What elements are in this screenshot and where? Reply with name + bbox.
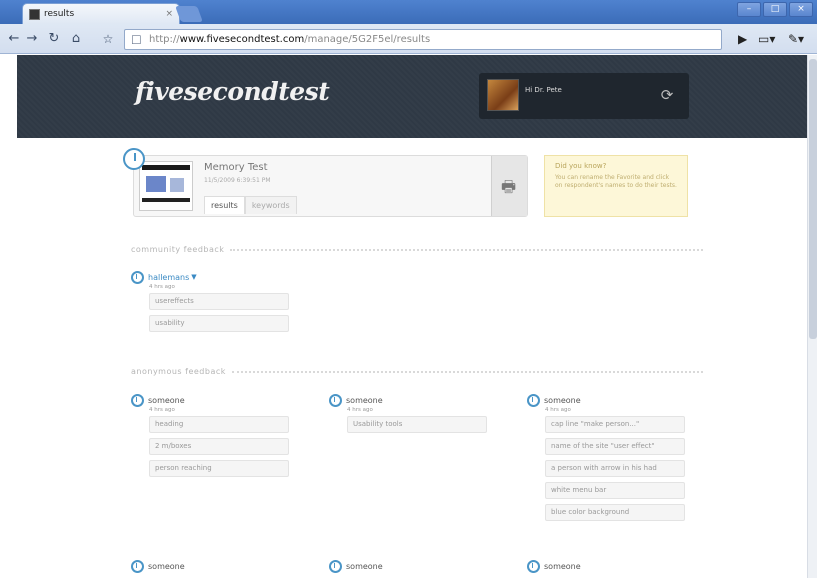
respondent-name: someone <box>544 561 581 571</box>
feedback-entry: someone <box>527 559 697 573</box>
test-thumbnail[interactable] <box>139 161 193 211</box>
feedback-entry: someone 4 hrs ago cap line "make person.… <box>527 393 697 526</box>
page-scrollbar[interactable] <box>807 55 817 578</box>
test-tabs: results keywords <box>204 196 297 214</box>
respondent-name: someone <box>148 395 185 405</box>
user-greeting: Hi Dr. Pete <box>525 86 562 94</box>
section-label: community feedback <box>131 245 225 254</box>
browser-toolbar: ← → ↻ ⌂ ☆ ☐ http://www.fivesecondtest.co… <box>0 24 817 54</box>
print-icon[interactable]: 🖶 <box>501 176 516 203</box>
user-settings-icon[interactable]: ⟳ <box>657 85 677 105</box>
feedback-item: heading <box>149 416 289 433</box>
forward-icon[interactable]: → <box>24 31 40 47</box>
back-icon[interactable]: ← <box>6 31 22 47</box>
feedback-item: white menu bar <box>545 482 685 499</box>
site-header: fivesecondtest Hi Dr. Pete ⟳ <box>17 55 807 138</box>
clock-icon <box>329 559 342 573</box>
tip-box: Did you know? You can rename the Favorit… <box>544 155 688 217</box>
maximize-button[interactable]: □ <box>763 2 787 17</box>
feedback-item: blue color background <box>545 504 685 521</box>
feedback-entry: hallemans ▼ 4 hrs ago usereffects usabil… <box>131 270 301 337</box>
favicon-icon <box>29 8 40 20</box>
clock-icon <box>527 559 540 573</box>
page-menu-icon[interactable]: ▭▾ <box>758 32 775 46</box>
feedback-time: 4 hrs ago <box>347 407 373 413</box>
test-card: Memory Test 11/5/2009 6:39:51 PM results… <box>123 148 528 217</box>
print-panel: 🖶 <box>491 156 527 216</box>
feedback-item: 2 m/boxes <box>149 438 289 455</box>
test-date: 11/5/2009 6:39:51 PM <box>204 177 271 184</box>
wrench-icon[interactable]: ✎▾ <box>788 32 804 46</box>
minimize-button[interactable]: – <box>737 2 761 17</box>
feedback-entry: someone <box>329 559 499 573</box>
new-tab-button[interactable] <box>175 6 203 22</box>
respondent-name[interactable]: hallemans <box>148 273 189 282</box>
clock-icon <box>329 393 342 407</box>
site-logo[interactable]: fivesecondtest <box>135 77 330 106</box>
feedback-time: 4 hrs ago <box>149 407 175 413</box>
user-box: Hi Dr. Pete ⟳ <box>479 73 689 119</box>
close-window-button[interactable]: × <box>789 2 813 17</box>
anonymous-feedback-heading: anonymous feedback <box>131 367 703 376</box>
clock-icon <box>131 393 144 407</box>
scroll-thumb[interactable] <box>809 59 817 339</box>
reload-icon[interactable]: ↻ <box>46 31 62 47</box>
clock-icon <box>131 559 144 573</box>
clock-icon <box>527 393 540 407</box>
feedback-item: usability <box>149 315 289 332</box>
community-feedback-heading: community feedback <box>131 245 703 254</box>
feedback-item: usereffects <box>149 293 289 310</box>
respondent-name: someone <box>148 561 185 571</box>
feedback-entry: someone <box>131 559 301 573</box>
window-controls: – □ × <box>737 2 813 17</box>
clock-icon <box>123 148 145 170</box>
respondent-name: someone <box>346 561 383 571</box>
respondent-name: someone <box>544 395 581 405</box>
browser-titlebar: results × – □ × <box>0 0 817 24</box>
url-path: /manage/5G2F5el/results <box>304 34 431 45</box>
feedback-time: 4 hrs ago <box>149 284 175 290</box>
feedback-entry: someone 4 hrs ago Usability tools <box>329 393 499 438</box>
bookmark-star-icon[interactable]: ☆ <box>100 31 116 47</box>
feedback-item: person reaching <box>149 460 289 477</box>
feedback-entry: someone 4 hrs ago heading 2 m/boxes pers… <box>131 393 301 482</box>
tab-close-icon[interactable]: × <box>165 9 173 19</box>
browser-tab[interactable]: results × <box>22 3 180 24</box>
feedback-item: name of the site "user effect" <box>545 438 685 455</box>
avatar[interactable] <box>487 79 519 111</box>
respondent-name: someone <box>346 395 383 405</box>
feedback-time: 4 hrs ago <box>545 407 571 413</box>
tab-title: results <box>44 9 75 19</box>
feedback-item: a person with arrow in his had <box>545 460 685 477</box>
tab-results[interactable]: results <box>204 196 245 214</box>
clock-icon <box>131 270 144 284</box>
tip-title: Did you know? <box>555 162 607 170</box>
page-content: fivesecondtest Hi Dr. Pete ⟳ Memory Test… <box>17 55 807 578</box>
chevron-down-icon[interactable]: ▼ <box>191 273 196 281</box>
page-icon: ☐ <box>131 33 142 47</box>
feedback-item: cap line "make person..." <box>545 416 685 433</box>
test-title: Memory Test <box>204 162 268 173</box>
feedback-item: Usability tools <box>347 416 487 433</box>
play-icon[interactable]: ▶ <box>738 32 747 46</box>
tip-text: You can rename the Favorite and click on… <box>555 174 677 189</box>
address-bar[interactable]: ☐ http://www.fivesecondtest.com/manage/5… <box>124 29 722 50</box>
url-domain: www.fivesecondtest.com <box>179 34 305 45</box>
url-prefix: http:// <box>149 34 180 45</box>
home-icon[interactable]: ⌂ <box>68 31 84 47</box>
section-label: anonymous feedback <box>131 367 226 376</box>
tab-keywords[interactable]: keywords <box>244 196 297 214</box>
